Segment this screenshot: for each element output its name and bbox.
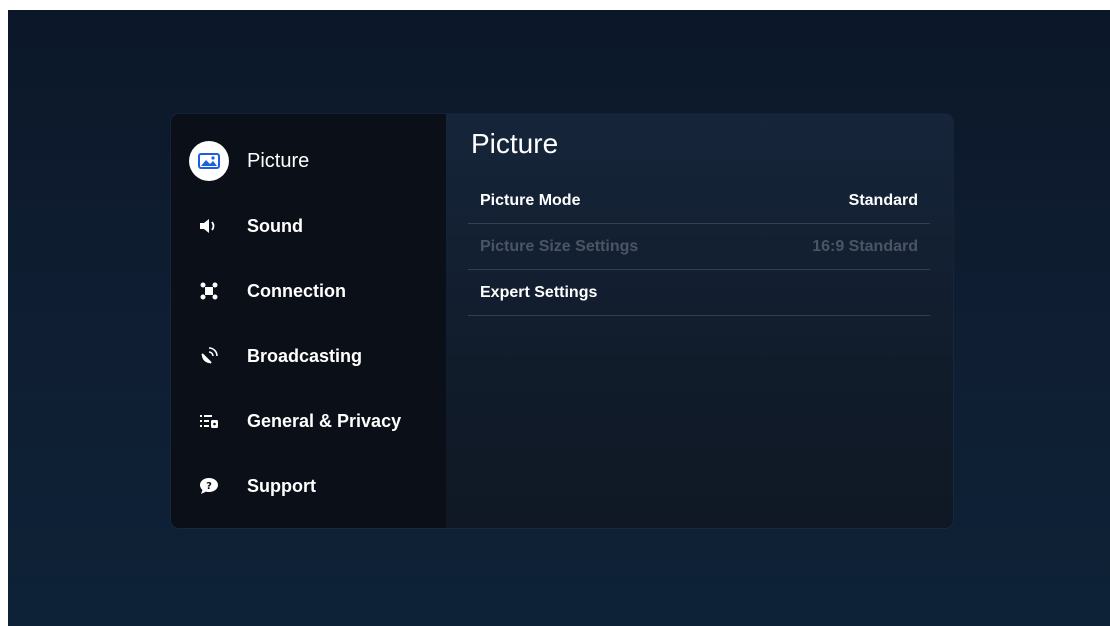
connection-icon — [189, 271, 229, 311]
picture-icon — [189, 141, 229, 181]
sidebar-item-label: Sound — [247, 215, 303, 236]
sidebar-item-label: Connection — [247, 280, 346, 301]
page-title: Picture — [471, 128, 559, 159]
settings-content: Picture Picture Mode Standard Picture Si… — [446, 114, 953, 528]
tv-screen: Picture Sound Connection Broadcasting Ge… — [8, 10, 1110, 626]
setting-label: Picture Mode — [480, 191, 581, 209]
sidebar-item-label: General & Privacy — [247, 410, 402, 431]
sidebar-item-connection[interactable]: Connection — [189, 268, 346, 314]
setting-row-picture-size: Picture Size Settings 16:9 Standard — [468, 224, 930, 270]
sidebar-item-label: Support — [247, 475, 316, 496]
svg-text:?: ? — [206, 481, 212, 492]
sidebar-item-label: Picture — [247, 149, 310, 172]
setting-label: Picture Size Settings — [480, 237, 639, 255]
setting-row-expert-settings[interactable]: Expert Settings — [468, 270, 930, 316]
sidebar-item-picture[interactable]: Picture — [189, 138, 309, 184]
sidebar-item-support[interactable]: ? Support — [189, 463, 316, 509]
sidebar-item-sound[interactable]: Sound — [189, 203, 303, 249]
setting-value: Standard — [848, 191, 918, 209]
sidebar-item-label: Broadcasting — [247, 345, 363, 366]
setting-row-picture-mode[interactable]: Picture Mode Standard — [468, 178, 930, 224]
general-privacy-icon — [189, 401, 229, 441]
satellite-icon — [189, 336, 229, 376]
sidebar-item-general-privacy[interactable]: General & Privacy — [189, 398, 401, 444]
speaker-icon — [189, 206, 229, 246]
settings-sidebar: Picture Sound Connection Broadcasting Ge… — [171, 114, 446, 528]
settings-panel: Picture Sound Connection Broadcasting Ge… — [171, 114, 953, 528]
setting-value: 16:9 Standard — [812, 237, 918, 255]
support-icon: ? — [189, 466, 229, 506]
setting-label: Expert Settings — [480, 283, 598, 301]
sidebar-item-broadcasting[interactable]: Broadcasting — [189, 333, 362, 379]
